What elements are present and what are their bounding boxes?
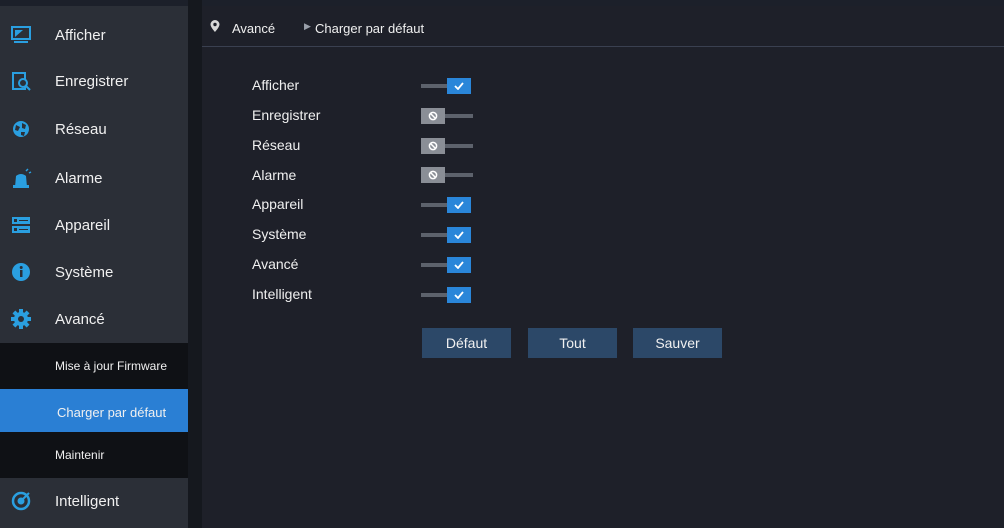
- default-button[interactable]: Défaut: [422, 328, 511, 358]
- toggle-enregistrer[interactable]: [421, 108, 473, 124]
- sidebar-item-reseau[interactable]: Réseau: [0, 106, 188, 152]
- sidebar-item-label: Appareil: [55, 216, 111, 234]
- toggle-appareil[interactable]: [421, 197, 473, 213]
- toggle-track: [421, 263, 447, 267]
- setting-label-enregistrer: Enregistrer: [252, 107, 321, 123]
- intelligent-icon: [10, 490, 32, 512]
- sidebar-item-afficher[interactable]: Afficher: [0, 12, 188, 58]
- toggle-track: [421, 84, 447, 88]
- setting-label-avance: Avancé: [252, 256, 299, 272]
- subitem-label: Maintenir: [55, 448, 105, 462]
- info-icon: [10, 261, 32, 283]
- setting-label-systeme: Système: [252, 226, 307, 242]
- alarm-icon: [10, 167, 32, 189]
- toggle-track: [421, 233, 447, 237]
- all-button[interactable]: Tout: [528, 328, 617, 358]
- location-pin-icon: [210, 20, 220, 35]
- toggle-track: [445, 144, 473, 148]
- sidebar-item-label: Enregistrer: [55, 72, 129, 90]
- toggle-track: [421, 203, 447, 207]
- subitem-maintain[interactable]: Maintenir: [0, 432, 188, 478]
- toggle-avance[interactable]: [421, 257, 473, 273]
- setting-label-reseau: Réseau: [252, 137, 301, 153]
- subitem-load-default[interactable]: Charger par défaut: [0, 389, 188, 435]
- toggle-afficher[interactable]: [421, 78, 473, 94]
- breadcrumb-current: Charger par défaut: [315, 21, 425, 36]
- divider: [188, 0, 202, 528]
- record-search-icon: [10, 70, 32, 92]
- disabled-icon: [421, 167, 445, 183]
- check-icon: [447, 78, 471, 94]
- sidebar-item-label: Réseau: [55, 120, 107, 138]
- check-icon: [447, 197, 471, 213]
- save-button[interactable]: Sauver: [633, 328, 722, 358]
- sidebar-item-label: Alarme: [55, 169, 103, 187]
- toggle-reseau[interactable]: [421, 138, 473, 154]
- disabled-icon: [421, 108, 445, 124]
- sidebar-item-avance[interactable]: Avancé: [0, 296, 188, 342]
- setting-label-afficher: Afficher: [252, 77, 300, 93]
- sidebar-item-alarme[interactable]: Alarme: [0, 155, 188, 201]
- sidebar-item-systeme[interactable]: Système: [0, 249, 188, 295]
- sidebar-item-label: Intelligent: [55, 492, 120, 510]
- network-globe-icon: [10, 118, 32, 140]
- setting-label-alarme: Alarme: [252, 167, 297, 183]
- breadcrumb-parent[interactable]: Avancé: [232, 21, 275, 36]
- subitem-label: Mise à jour Firmware: [55, 359, 168, 373]
- monitor-icon: [10, 24, 32, 46]
- toggle-track: [445, 173, 473, 177]
- disabled-icon: [421, 138, 445, 154]
- check-icon: [447, 287, 471, 303]
- sidebar: Afficher Enregistrer Réseau Alarme Appar…: [0, 6, 188, 528]
- toggle-track: [421, 293, 447, 297]
- sidebar-item-enregistrer[interactable]: Enregistrer: [0, 58, 188, 104]
- toggle-intelligent[interactable]: [421, 287, 473, 303]
- subitem-firmware-update[interactable]: Mise à jour Firmware: [0, 343, 188, 389]
- sidebar-item-intelligent[interactable]: Intelligent: [0, 478, 188, 524]
- subitem-label: Charger par défaut: [57, 404, 167, 420]
- check-icon: [447, 227, 471, 243]
- gear-icon: [10, 308, 32, 330]
- sidebar-item-appareil[interactable]: Appareil: [0, 202, 188, 248]
- toggle-track: [445, 114, 473, 118]
- check-icon: [447, 257, 471, 273]
- app-frame: Afficher Enregistrer Réseau Alarme Appar…: [0, 0, 1004, 528]
- main-panel: Avancé ▶ Charger par défaut Afficher Enr…: [202, 6, 1004, 528]
- toggle-alarme[interactable]: [421, 167, 473, 183]
- breadcrumb-arrow-icon: ▶: [304, 21, 311, 31]
- sidebar-item-label: Afficher: [55, 26, 106, 44]
- sidebar-item-label: Avancé: [55, 310, 105, 328]
- setting-label-appareil: Appareil: [252, 196, 304, 212]
- setting-label-intelligent: Intelligent: [252, 286, 312, 302]
- breadcrumb: Avancé ▶ Charger par défaut: [202, 6, 1004, 47]
- toggle-systeme[interactable]: [421, 227, 473, 243]
- sidebar-item-label: Système: [55, 263, 114, 281]
- device-storage-icon: [10, 214, 32, 236]
